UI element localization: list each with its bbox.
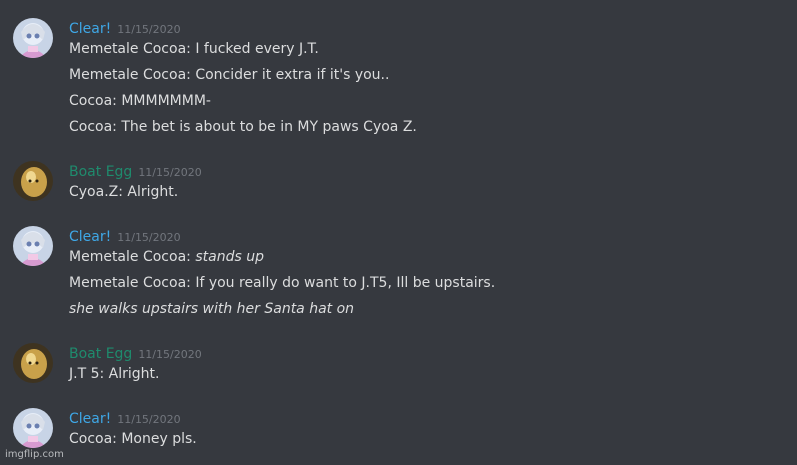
message-prefix: Memetale Cocoa: [69, 249, 196, 265]
message-text: Memetale Cocoa: I fucked every J.T. [69, 41, 319, 57]
watermark: imgflip.com [5, 449, 64, 460]
anime-girl-avatar-icon[interactable] [13, 18, 53, 58]
message-text: Cocoa: Money pls. [69, 431, 197, 447]
message-header: Clear! 11/15/2020 [69, 18, 181, 37]
message-header: Boat Egg 11/15/2020 [69, 161, 202, 180]
message-action: stands up [195, 249, 264, 265]
message-text: Cocoa: MMMMMMM- [69, 93, 211, 109]
message-text: Cyoa.Z: Alright. [69, 184, 179, 200]
message-header: Clear! 11/15/2020 [69, 408, 181, 427]
message-text: Memetale Cocoa: If you really do want to… [69, 275, 496, 291]
username[interactable]: Clear! [69, 229, 111, 245]
timestamp: 11/15/2020 [138, 348, 202, 361]
egg-avatar-icon[interactable] [13, 343, 53, 383]
message-text: Memetale Cocoa: Concider it extra if it'… [69, 67, 390, 83]
message-text: Cocoa: The bet is about to be in MY paws… [69, 119, 417, 135]
username[interactable]: Clear! [69, 411, 111, 427]
username[interactable]: Clear! [69, 21, 111, 37]
message-text: Memetale Cocoa: stands up [69, 248, 264, 266]
message-header: Boat Egg 11/15/2020 [69, 343, 202, 362]
message-header: Clear! 11/15/2020 [69, 226, 181, 245]
username[interactable]: Boat Egg [69, 164, 132, 180]
timestamp: 11/15/2020 [117, 23, 181, 36]
anime-girl-avatar-icon[interactable] [13, 226, 53, 266]
message-text: J.T 5: Alright. [69, 366, 160, 382]
egg-avatar-icon[interactable] [13, 161, 53, 201]
message-text: she walks upstairs with her Santa hat on [69, 301, 355, 317]
timestamp: 11/15/2020 [117, 413, 181, 426]
username[interactable]: Boat Egg [69, 346, 132, 362]
timestamp: 11/15/2020 [138, 166, 202, 179]
timestamp: 11/15/2020 [117, 231, 181, 244]
anime-girl-avatar-icon[interactable] [13, 408, 53, 448]
